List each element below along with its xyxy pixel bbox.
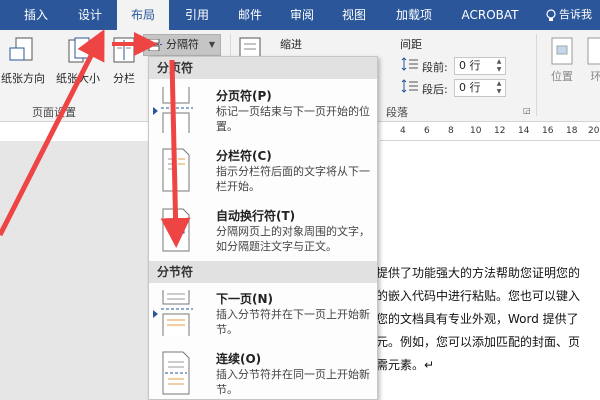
next-page-icon xyxy=(161,290,193,336)
position-button[interactable]: 位置 xyxy=(544,36,580,84)
tab-addins[interactable]: 加载项 xyxy=(384,0,444,30)
space-before-input[interactable]: 0 行 ▲ ▼ xyxy=(454,57,506,75)
menu-item-desc: 插入分节符并在下一页上开始新节。 xyxy=(216,308,370,336)
horizontal-ruler[interactable]: 4 6 8 10 12 14 16 18 20 xyxy=(380,123,600,141)
menu-item-desc: 插入分节符并在同一页上开始新节。 xyxy=(216,368,370,396)
tab-acrobat[interactable]: ACROBAT xyxy=(450,0,530,30)
tab-view[interactable]: 视图 xyxy=(330,0,378,30)
page-size-icon xyxy=(68,37,90,63)
position-label: 位置 xyxy=(551,70,573,83)
ruler-tick: 8 xyxy=(448,126,454,136)
group-page-setup-label: 页面设置 xyxy=(32,106,76,119)
size-button[interactable]: 纸张大小 xyxy=(52,36,104,86)
columns-icon xyxy=(113,37,135,63)
menu-item-desc: 指示分栏符后面的文字将从下一栏开始。 xyxy=(216,165,370,193)
menu-item-next-page[interactable]: 下一页(N) 插入分节符并在下一页上开始新节。 xyxy=(149,290,377,340)
before-value: 0 行 xyxy=(459,59,481,72)
menu-item-column-break[interactable]: 分栏符(C) 指示分栏符后面的文字将从下一栏开始。 xyxy=(149,147,377,197)
ruler-tick: 12 xyxy=(494,126,506,136)
wrap-text-icon xyxy=(587,37,600,65)
group-separator xyxy=(536,34,537,116)
breaks-label: 分隔符 xyxy=(166,38,199,51)
menu-item-desc: 分隔网页上的对象周围的文字，如分隔题注文字与正文。 xyxy=(216,225,370,253)
menu-item-title: 自动换行符(T) xyxy=(216,209,296,223)
ruler-tick: 10 xyxy=(470,126,482,136)
document-line: 需元素。↵ xyxy=(376,358,435,372)
breaks-icon xyxy=(148,39,162,51)
tab-design[interactable]: 设计 xyxy=(66,0,114,30)
tab-mailings[interactable]: 邮件 xyxy=(226,0,274,30)
orientation-button[interactable]: 纸张方向 xyxy=(0,36,50,86)
space-before-icon xyxy=(401,57,418,71)
size-label: 纸张大小 xyxy=(56,72,100,85)
tab-references[interactable]: 引用 xyxy=(172,0,222,30)
menu-item-text-wrapping[interactable]: 自动换行符(T) 分隔网页上的对象周围的文字，如分隔题注文字与正文。 xyxy=(149,207,377,259)
document-line: 您的文档具有专业外观，Word 提供了 xyxy=(376,312,579,326)
indent-label: 缩进 xyxy=(280,38,302,51)
document-line: 提供了功能强大的方法帮助您证明您的 xyxy=(376,266,581,280)
tab-review[interactable]: 审阅 xyxy=(278,0,326,30)
ruler-tick: 20 xyxy=(588,126,600,136)
document-line: 元。例如，您可以添加匹配的封面、页 xyxy=(376,335,581,349)
before-label: 段前: xyxy=(422,61,448,74)
space-after-icon xyxy=(401,79,418,93)
breaks-dropdown-menu: 分页符 分页符(P) 标记一页结束与下一页开始的位置。 分栏符(C) 指示分栏符… xyxy=(148,56,378,400)
page-orientation-icon xyxy=(9,37,33,61)
ruler-tick: 6 xyxy=(424,126,430,136)
menu-section-header: 分页符 xyxy=(149,57,377,79)
columns-button[interactable]: 分栏 xyxy=(108,36,140,86)
menu-item-continuous[interactable]: 连续(O) 插入分节符并在同一页上开始新节。 xyxy=(149,350,377,400)
menu-item-title: 分页符(P) xyxy=(216,89,272,103)
ribbon-tab-bar: 插入 设计 布局 引用 邮件 审阅 视图 加载项 ACROBAT 告诉我 xyxy=(0,0,600,30)
menu-item-title: 连续(O) xyxy=(216,352,262,366)
ruler-tick: 4 xyxy=(400,126,406,136)
tab-layout[interactable]: 布局 xyxy=(117,0,169,30)
after-label: 段后: xyxy=(422,83,448,96)
ruler-tick: 16 xyxy=(542,126,554,136)
tab-insert[interactable]: 插入 xyxy=(10,0,62,30)
wrap-text-button[interactable]: 环 xyxy=(584,36,600,84)
continuous-break-icon xyxy=(162,351,190,395)
ruler-tick: 18 xyxy=(566,126,578,136)
lightbulb-icon xyxy=(546,8,556,21)
tell-me-box[interactable]: 告诉我 xyxy=(546,0,592,30)
menu-section-header: 分节符 xyxy=(149,261,377,283)
text-wrapping-icon xyxy=(162,208,190,252)
pointer-marker-icon xyxy=(153,310,158,318)
dialog-launcher-icon[interactable]: ◲ xyxy=(523,106,531,115)
ruler-tick: 14 xyxy=(518,126,530,136)
spin-arrows-icon[interactable]: ▲ ▼ xyxy=(494,58,504,74)
space-after-input[interactable]: 0 行 ▲ ▼ xyxy=(454,79,506,97)
group-paragraph-label: 段落 xyxy=(386,106,408,119)
column-break-icon xyxy=(162,148,190,192)
menu-item-title: 分栏符(C) xyxy=(216,149,272,163)
document-line: 的嵌入代码中进行粘贴。您也可以键入 xyxy=(376,289,581,303)
position-icon xyxy=(551,37,573,65)
pointer-marker-icon xyxy=(153,107,158,115)
after-value: 0 行 xyxy=(459,81,481,94)
menu-item-title: 下一页(N) xyxy=(216,292,274,306)
wrap-label: 环 xyxy=(590,70,600,83)
columns-label: 分栏 xyxy=(113,72,135,85)
page-break-icon xyxy=(161,87,193,133)
menu-item-page-break[interactable]: 分页符(P) 标记一页结束与下一页开始的位置。 xyxy=(149,87,377,137)
spacing-label: 间距 xyxy=(400,38,422,51)
breaks-button[interactable]: 分隔符 ▼ xyxy=(143,34,221,56)
orientation-label: 纸张方向 xyxy=(1,72,45,85)
menu-item-desc: 标记一页结束与下一页开始的位置。 xyxy=(216,105,370,133)
tell-me-text: 告诉我 xyxy=(559,8,592,21)
chevron-down-icon: ▼ xyxy=(208,40,215,49)
spin-arrows-icon[interactable]: ▲ ▼ xyxy=(494,80,504,96)
